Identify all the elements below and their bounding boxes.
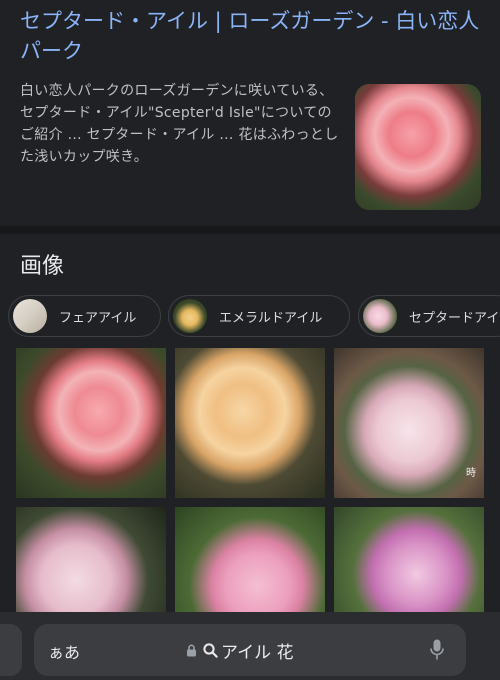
- chip-thumbnail: [363, 299, 397, 333]
- image-result-5[interactable]: [175, 507, 325, 619]
- result-thumbnail[interactable]: [355, 84, 481, 210]
- chip-label: エメラルドアイル: [219, 310, 323, 326]
- text-size-button[interactable]: ぁあ: [48, 639, 80, 663]
- image-result-1[interactable]: [16, 348, 166, 498]
- chip-thumbnail: [173, 299, 207, 333]
- lock-icon: [187, 644, 196, 657]
- chip-thumbnail: [13, 299, 47, 333]
- microphone-icon[interactable]: [430, 639, 444, 661]
- chip-scepterd-isle[interactable]: セプタードアイル: [358, 295, 500, 337]
- previous-tab-stub[interactable]: [0, 624, 22, 676]
- address-query-text: アイル 花: [221, 643, 294, 663]
- images-section-heading: 画像: [20, 254, 65, 279]
- image-result-2[interactable]: [175, 348, 325, 498]
- search-result-card[interactable]: セプタード・アイル | ローズガーデン - 白い恋人パーク 白い恋人パークのロー…: [0, 0, 500, 224]
- chip-emerald-isle[interactable]: エメラルドアイル: [168, 295, 350, 337]
- search-icon: [203, 643, 218, 658]
- address-bar[interactable]: ぁあ アイル 花: [34, 624, 466, 676]
- section-divider: [0, 226, 500, 234]
- result-snippet: 白い恋人パークのローズガーデンに咲いている、セプタード・アイル"Scepter'…: [20, 83, 339, 165]
- result-title-link[interactable]: セプタード・アイル | ローズガーデン - 白い恋人パーク: [20, 6, 482, 66]
- image-watermark: 時: [466, 468, 476, 479]
- image-result-6[interactable]: [334, 507, 484, 619]
- image-result-4[interactable]: [16, 507, 166, 619]
- chip-label: セプタードアイル: [409, 310, 500, 326]
- address-text-group[interactable]: アイル 花: [186, 638, 294, 663]
- chip-fair-isle[interactable]: フェアアイル: [8, 295, 161, 337]
- chip-label: フェアアイル: [59, 310, 137, 326]
- image-result-3[interactable]: 時: [334, 348, 484, 498]
